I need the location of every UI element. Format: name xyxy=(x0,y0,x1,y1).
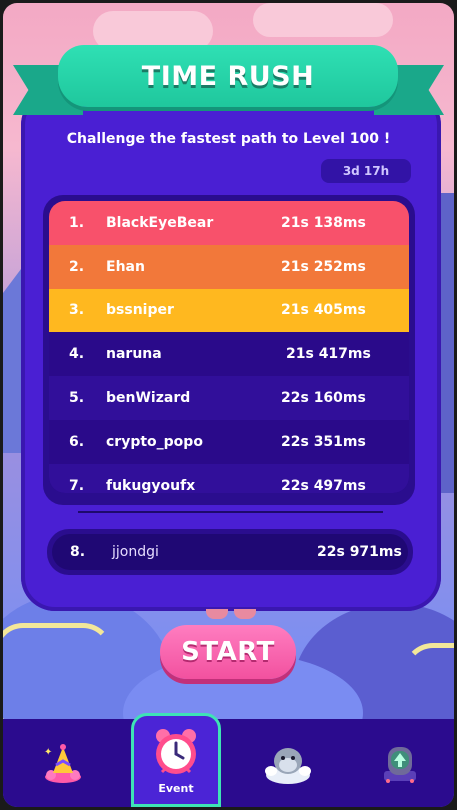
page-title: TIME RUSH xyxy=(141,60,315,92)
player-time: 22s 351ms xyxy=(281,433,366,450)
player-time: 21s 252ms xyxy=(281,258,366,275)
leaderboard-list-inner: 1. BlackEyeBear 21s 138ms 2. Ehan 21s 25… xyxy=(49,201,409,493)
player-entry-row: 8. jjondgi 22s 971ms xyxy=(47,529,413,575)
leaderboard-row: 6. crypto_popo 22s 351ms xyxy=(49,419,409,464)
player-time: 22s 497ms xyxy=(281,477,366,493)
player-time: 22s 971ms xyxy=(317,544,402,560)
leaderboard-row: 3. bssniper 21s 405ms xyxy=(49,288,409,333)
rank-number: 1. xyxy=(69,214,85,231)
nav-item-party[interactable]: ✦ xyxy=(18,719,108,807)
event-subtitle: Challenge the fastest path to Level 100 … xyxy=(66,131,391,147)
mascot-feet xyxy=(206,609,258,621)
rank-number: 3. xyxy=(69,302,85,319)
rank-number: 2. xyxy=(69,258,85,275)
background-cloud xyxy=(253,3,393,37)
player-time: 21s 138ms xyxy=(281,214,366,231)
time-remaining-badge: 3d 17h xyxy=(321,159,411,183)
player-time: 21s 405ms xyxy=(281,302,366,319)
leaderboard-row: 1. BlackEyeBear 21s 138ms xyxy=(49,201,409,245)
player-name: Ehan xyxy=(106,258,145,275)
leaderboard-row: 7. fukugyoufx 22s 497ms xyxy=(49,463,409,493)
player-time: 22s 160ms xyxy=(281,390,366,407)
nav-label-event: Event xyxy=(158,781,194,795)
player-name: BlackEyeBear xyxy=(106,214,214,231)
player-name: naruna xyxy=(106,346,162,363)
alarm-clock-icon xyxy=(156,728,196,774)
mascot-foot-right xyxy=(234,609,256,619)
player-name: crypto_popo xyxy=(106,433,203,450)
player-name: jjondgi xyxy=(112,544,159,560)
player-name: benWizard xyxy=(106,390,191,407)
player-rank: 8. xyxy=(70,544,86,560)
leaderboard-row: 4. naruna 21s 417ms xyxy=(49,332,409,377)
player-entry-inner: 8. jjondgi 22s 971ms xyxy=(52,534,408,570)
leaderboard-row: 5. benWizard 22s 160ms xyxy=(49,376,409,420)
nav-item-upgrade[interactable] xyxy=(355,719,445,807)
seal-mascot-icon xyxy=(265,748,311,784)
background-path xyxy=(3,623,113,733)
start-button[interactable]: START xyxy=(160,625,296,679)
nav-item-mascot[interactable] xyxy=(243,719,333,807)
upgrade-machine-icon xyxy=(384,747,416,783)
rank-number: 5. xyxy=(69,390,85,407)
leaderboard-list[interactable]: 1. BlackEyeBear 21s 138ms 2. Ehan 21s 25… xyxy=(43,195,415,505)
bottom-nav: ✦ Event xyxy=(3,713,454,807)
player-name: bssniper xyxy=(106,302,174,319)
rank-number: 7. xyxy=(69,477,85,493)
mascot-foot-left xyxy=(206,609,228,619)
nav-item-event[interactable]: Event xyxy=(131,713,221,807)
party-hat-icon: ✦ xyxy=(44,744,81,783)
list-divider xyxy=(78,511,383,513)
player-name: fukugyoufx xyxy=(106,477,196,493)
player-time: 21s 417ms xyxy=(286,346,371,363)
rank-number: 4. xyxy=(69,346,85,363)
rank-number: 6. xyxy=(69,433,85,450)
svg-text:✦: ✦ xyxy=(44,747,52,758)
game-screen: TIME RUSH Challenge the fastest path to … xyxy=(3,3,454,807)
title-ribbon: TIME RUSH xyxy=(58,45,398,107)
leaderboard-row: 2. Ehan 21s 252ms xyxy=(49,244,409,289)
